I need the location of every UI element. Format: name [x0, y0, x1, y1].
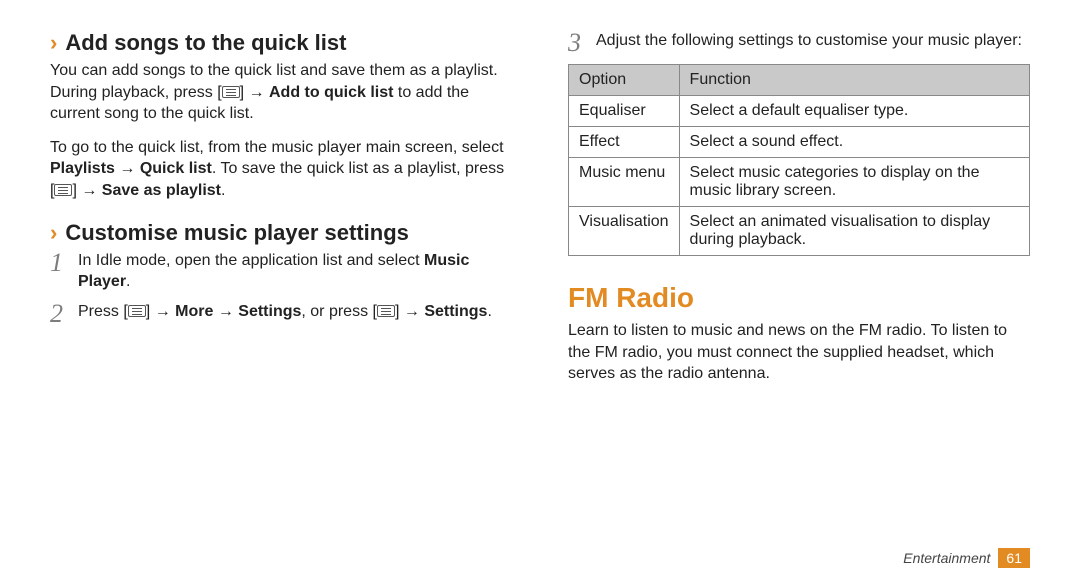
table-row: EqualiserSelect a default equaliser type… [569, 96, 1030, 127]
text-fragment: ] → [72, 182, 101, 199]
heading-text: Customise music player settings [65, 220, 409, 246]
table-cell: Select an animated visualisation to disp… [679, 207, 1029, 256]
text-fragment: . [487, 303, 491, 320]
menu-icon [222, 86, 240, 98]
text-fragment: ] → [395, 303, 424, 320]
para-1: You can add songs to the quick list and … [50, 60, 512, 125]
table-header-option: Option [569, 65, 680, 96]
step-body: Press [] → More → Settings, or press [] … [78, 301, 492, 323]
table-cell: Select a sound effect. [679, 127, 1029, 158]
step-row-2: 2 Press [] → More → Settings, or press [… [50, 301, 512, 327]
table-row: Music menuSelect music categories to dis… [569, 158, 1030, 207]
menu-icon [54, 184, 72, 196]
text-fragment: In Idle mode, open the application list … [78, 252, 424, 269]
table-cell: Equaliser [569, 96, 680, 127]
text-fragment: → [213, 303, 238, 320]
text-fragment: To go to the quick list, from the music … [50, 139, 504, 156]
table-cell: Music menu [569, 158, 680, 207]
step-row-3: 3 Adjust the following settings to custo… [568, 30, 1030, 56]
table-cell: Select a default equaliser type. [679, 96, 1029, 127]
menu-icon [128, 305, 146, 317]
table-cell: Effect [569, 127, 680, 158]
bold-text: Settings [238, 303, 301, 320]
bold-text: More [175, 303, 213, 320]
menu-icon [377, 305, 395, 317]
bold-text: Add to quick list [269, 84, 393, 101]
table-header-row: Option Function [569, 65, 1030, 96]
settings-table: Option Function EqualiserSelect a defaul… [568, 64, 1030, 256]
table-cell: Visualisation [569, 207, 680, 256]
heading-customise: › Customise music player settings [50, 220, 512, 250]
page-footer: Entertainment 61 [903, 548, 1030, 568]
para-2: To go to the quick list, from the music … [50, 137, 512, 202]
heading-text: Add songs to the quick list [65, 30, 346, 56]
bold-text: Playlists [50, 160, 115, 177]
step-number: 1 [50, 250, 78, 276]
bold-text: Save as playlist [102, 182, 221, 199]
right-column: 3 Adjust the following settings to custo… [540, 0, 1080, 586]
chevron-icon: › [50, 30, 57, 56]
text-fragment: ] → [240, 84, 269, 101]
text-fragment: Press [ [78, 303, 128, 320]
step-number: 3 [568, 30, 596, 56]
text-fragment: , or press [ [301, 303, 377, 320]
heading-add-songs: › Add songs to the quick list [50, 30, 512, 60]
footer-page-number: 61 [998, 548, 1030, 568]
table-row: EffectSelect a sound effect. [569, 127, 1030, 158]
fm-para: Learn to listen to music and news on the… [568, 320, 1030, 385]
table-row: VisualisationSelect an animated visualis… [569, 207, 1030, 256]
table-header-function: Function [679, 65, 1029, 96]
step-row-1: 1 In Idle mode, open the application lis… [50, 250, 512, 293]
text-fragment: . [221, 182, 225, 199]
footer-category: Entertainment [903, 550, 990, 566]
left-column: › Add songs to the quick list You can ad… [0, 0, 540, 586]
step-number: 2 [50, 301, 78, 327]
bold-text: Settings [424, 303, 487, 320]
step-body: Adjust the following settings to customi… [596, 30, 1022, 52]
table-cell: Select music categories to display on th… [679, 158, 1029, 207]
text-fragment: ] → [146, 303, 175, 320]
chevron-icon: › [50, 220, 57, 246]
heading-fm-radio: FM Radio [568, 282, 1030, 314]
step-body: In Idle mode, open the application list … [78, 250, 512, 293]
text-fragment: . [126, 273, 130, 290]
text-fragment: → [115, 160, 140, 177]
bold-text: Quick list [140, 160, 212, 177]
